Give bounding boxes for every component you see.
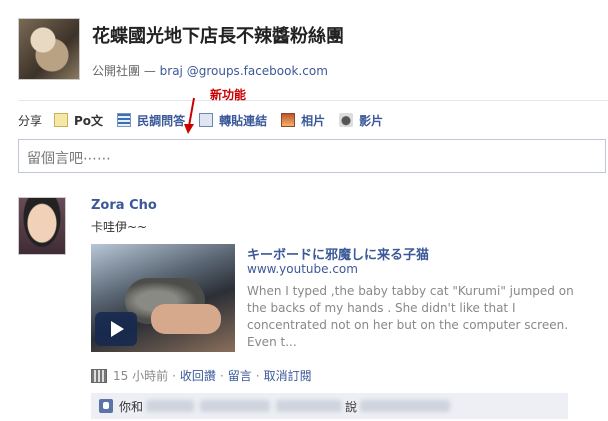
like-thumb-icon	[99, 399, 113, 413]
share-post-label: Po文	[74, 113, 104, 128]
video-icon	[339, 113, 354, 127]
share-link-label: 轉貼連結	[219, 113, 268, 128]
share-photo-label: 相片	[301, 113, 326, 128]
blurred-name	[276, 400, 343, 412]
video-thumbnail[interactable]	[91, 244, 235, 352]
header-divider	[18, 100, 608, 101]
post-icon	[54, 113, 69, 127]
blurred-name	[360, 400, 451, 412]
likes-bar: 你和 說	[91, 393, 568, 419]
blurred-name	[146, 400, 195, 412]
play-icon	[111, 321, 124, 337]
comment-input[interactable]: 留個言吧⋯⋯	[18, 139, 606, 173]
link-domain[interactable]: www.youtube.com	[247, 262, 358, 276]
blurred-name	[200, 400, 271, 412]
poll-icon	[117, 113, 132, 127]
group-type-label: 公開社團	[92, 64, 141, 78]
post-timestamp: 15 小時前	[113, 369, 169, 383]
share-video-button[interactable]: 影片	[339, 112, 383, 129]
comment-link[interactable]: 留言	[228, 367, 252, 384]
photo-icon	[281, 113, 296, 127]
share-video-label: 影片	[359, 113, 384, 128]
meta-separator: ·	[172, 368, 176, 383]
post-message: 卡哇伊~~	[91, 220, 148, 234]
post-author[interactable]: Zora Cho	[91, 198, 157, 213]
share-photo-button[interactable]: 相片	[281, 112, 325, 129]
share-poll-label: 民調問答	[137, 113, 186, 128]
likes-prefix: 你和	[119, 399, 144, 414]
group-photo[interactable]	[18, 18, 80, 80]
thumbnail-hand	[151, 304, 221, 334]
share-bar: 分享 Po文 民調問答 轉貼連結 相片 影片	[18, 111, 397, 129]
unsubscribe-link[interactable]: 取消訂閱	[264, 367, 312, 384]
group-email-link[interactable]: braj @groups.facebook.com	[160, 64, 328, 78]
link-description: When I typed ,the baby tabby cat "Kurumi…	[247, 284, 574, 349]
group-title[interactable]: 花蝶國光地下店長不辣醬粉絲團	[92, 22, 344, 48]
post-meta: 15 小時前 · 收回讚 · 留言 · 取消訂閱	[91, 367, 312, 384]
meta-separator: ·	[255, 368, 260, 383]
link-icon	[199, 113, 214, 127]
unlike-link[interactable]: 收回讚	[180, 367, 216, 384]
share-label: 分享	[18, 113, 43, 128]
meta-separator: ·	[219, 368, 224, 383]
share-poll-button[interactable]: 民調問答	[117, 112, 185, 129]
group-subtitle: 公開社團 — braj @groups.facebook.com	[92, 62, 328, 79]
likes-suffix: 說	[345, 399, 358, 414]
annotation-label: 新功能	[210, 88, 247, 102]
share-post-button[interactable]: Po文	[54, 112, 103, 129]
share-link-button[interactable]: 轉貼連結	[199, 112, 267, 129]
video-film-icon	[91, 368, 107, 383]
link-title[interactable]: キーボードに邪魔しに来る子猫	[247, 244, 429, 263]
group-separator: —	[140, 64, 160, 78]
play-button[interactable]	[95, 312, 137, 346]
avatar[interactable]	[18, 197, 66, 255]
